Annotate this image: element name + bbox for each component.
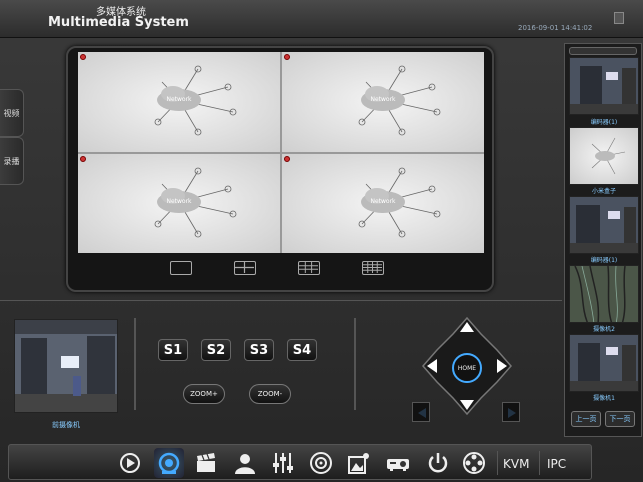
tab-video-label: 视频 [3, 108, 20, 118]
clapper-icon [197, 453, 215, 472]
video-cell-4[interactable]: Network [282, 153, 484, 253]
source-thumbnail-3[interactable] [569, 196, 639, 254]
power-icon [428, 453, 448, 473]
picture-icon [348, 453, 369, 474]
source-thumbnail-4[interactable] [569, 265, 639, 323]
source-thumbnail-label: 摄像机2 [593, 326, 615, 333]
layout-1x1-button[interactable] [170, 261, 192, 275]
video-cell-1[interactable]: Network [78, 52, 280, 152]
source-thumbnail-label: 小米盒子 [591, 188, 616, 195]
divider [539, 451, 540, 475]
prev-page-button[interactable]: 上一页 [571, 411, 601, 427]
ptz-home-button[interactable]: HOME [452, 353, 482, 383]
scene-s3-button[interactable]: S3 [244, 339, 274, 361]
layout-4x4-button[interactable] [362, 261, 384, 275]
toolbar-camera-button[interactable] [154, 448, 184, 478]
play-icon [120, 453, 140, 473]
layout-selector [164, 261, 414, 279]
video-cell-label: Network [370, 96, 396, 103]
toolbar-film-reel-button[interactable] [459, 448, 489, 478]
app-title: Multimedia System [48, 15, 189, 30]
layout-2x2-button[interactable] [234, 261, 256, 275]
grid-3x3-icon [299, 262, 318, 273]
toolbar-picture-button[interactable] [344, 448, 374, 478]
divider [354, 318, 356, 410]
zoom-out-button[interactable]: ZOOM- [249, 384, 291, 404]
source-thumbnail-5[interactable] [569, 334, 639, 392]
toolbar-kvm-button[interactable]: KVM [503, 457, 529, 471]
divider [134, 318, 136, 410]
source-thumbnail-label: 编码器(1) [590, 257, 618, 264]
grid-2x2-icon [235, 262, 254, 273]
sliders-icon [273, 453, 293, 473]
next-page-button[interactable]: 下一页 [605, 411, 635, 427]
divider [0, 300, 562, 301]
toolbar-disc-button[interactable] [306, 448, 336, 478]
room-scene-image [570, 58, 638, 114]
grid-4x4-icon [363, 262, 382, 273]
toolbar-mixer-button[interactable] [268, 448, 298, 478]
toolbar-play-button[interactable] [115, 448, 145, 478]
camera-preview-image [15, 320, 117, 412]
source-thumbnail-label: 编码器(1) [590, 119, 618, 126]
tab-recording-label: 录播 [3, 156, 20, 166]
video-grid: Network Network Network Network [78, 52, 484, 253]
window-control-button[interactable] [614, 12, 624, 24]
projector-icon [387, 459, 409, 471]
cables-scene-image [570, 266, 638, 322]
user-icon [235, 454, 255, 474]
video-cell-2[interactable]: Network [282, 52, 484, 152]
header-bar: 多媒体系统 Multimedia System 2016-09-01 14:41… [0, 0, 643, 38]
layout-3x3-button[interactable] [298, 261, 320, 275]
film-reel-icon [463, 452, 485, 474]
bottom-toolbar: KVM IPC [8, 444, 592, 480]
toolbar-power-button[interactable] [423, 448, 453, 478]
camera-preview-label: 前摄像机 [52, 421, 80, 429]
record-indicator-icon [80, 155, 86, 162]
scene-s4-button[interactable]: S4 [287, 339, 317, 361]
app-window: 多媒体系统 Multimedia System 2016-09-01 14:41… [0, 0, 643, 482]
source-thumbnail-1[interactable] [569, 57, 639, 115]
record-indicator-icon [284, 54, 290, 60]
strip-scroll-handle[interactable] [569, 47, 637, 55]
video-monitor: Network Network Network Network [66, 46, 494, 292]
record-indicator-icon [80, 54, 86, 60]
toolbar-ipc-button[interactable]: IPC [547, 457, 566, 471]
toolbar-user-button[interactable] [230, 448, 260, 478]
toolbar-projector-button[interactable] [383, 448, 413, 478]
tab-recording[interactable]: 录播 [0, 137, 24, 185]
video-cell-label: Network [370, 197, 396, 205]
zoom-in-button[interactable]: ZOOM+ [183, 384, 225, 404]
video-cell-label: Network [166, 96, 192, 103]
scene-s2-button[interactable]: S2 [201, 339, 231, 361]
toolbar-clapper-button[interactable] [191, 448, 221, 478]
divider [497, 451, 498, 475]
room-scene-image [570, 335, 638, 391]
source-thumbnail-2[interactable] [569, 127, 639, 185]
ptz-focus-right-button[interactable] [502, 402, 520, 422]
ptz-focus-left-button[interactable] [412, 402, 430, 422]
arrow-left-icon [418, 408, 426, 418]
scene-s1-button[interactable]: S1 [158, 339, 188, 361]
arrow-right-icon [508, 408, 516, 418]
network-diagram-icon [591, 137, 626, 175]
source-thumbnail-strip: 编码器(1) 小米盒子 编码器(1) 摄像机2 摄像机1 上一页 下一页 [564, 43, 642, 437]
source-thumbnail-label: 摄像机1 [593, 395, 615, 402]
room-scene-image [570, 197, 638, 253]
camera-preview[interactable] [14, 319, 118, 413]
video-cell-3[interactable]: Network [78, 153, 280, 253]
disc-icon [310, 452, 332, 474]
record-indicator-icon [284, 155, 290, 162]
camera-icon [158, 452, 180, 474]
video-cell-label: Network [166, 197, 192, 205]
tab-video[interactable]: 视频 [0, 89, 24, 137]
datetime-display: 2016-09-01 14:41:02 [518, 24, 593, 32]
